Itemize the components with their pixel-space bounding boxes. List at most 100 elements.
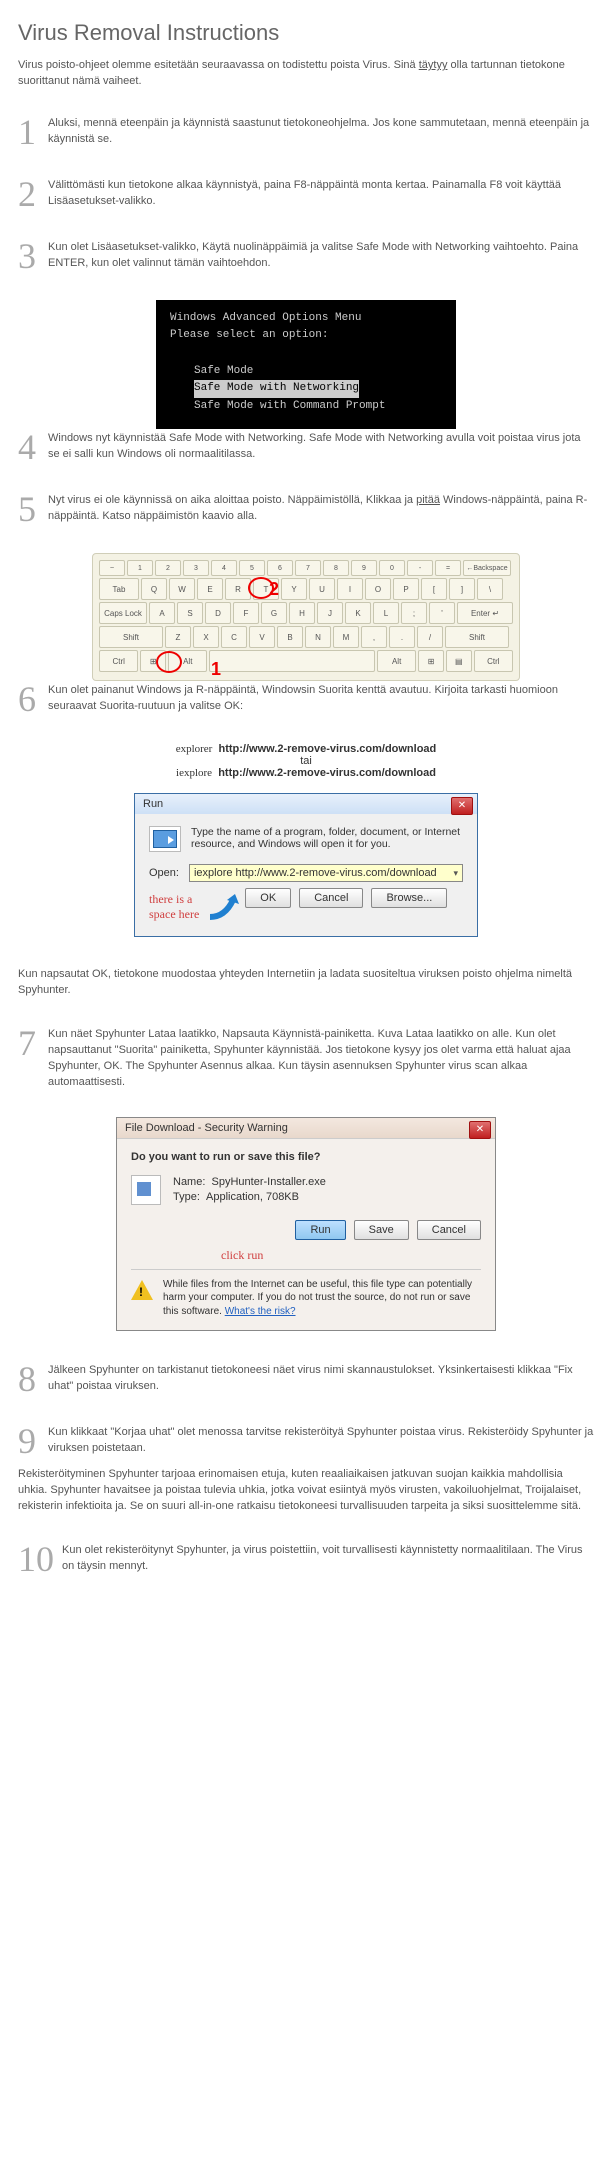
arrow-icon [205,892,245,922]
key: ] [449,578,475,600]
key: W [169,578,195,600]
risk-link[interactable]: What's the risk? [225,1306,296,1317]
step-number: 1 [18,114,48,150]
download-title-text: File Download - Security Warning [125,1122,288,1134]
key: S [177,602,203,624]
type-label: Type: [173,1191,200,1203]
cancel-button[interactable]: Cancel [299,888,363,908]
key: 5 [239,560,265,576]
type-value: Application, 708KB [206,1191,299,1203]
page-title: Virus Removal Instructions [18,20,594,46]
key: 1 [127,560,153,576]
key: 7 [295,560,321,576]
dos-opt-safemode: Safe Mode [194,363,442,381]
key: , [361,626,387,648]
s5u: pitää [416,494,440,506]
marker-2: 2 [269,579,279,600]
key: ; [401,602,427,624]
key: Ctrl [99,650,138,672]
step-text: Kun olet Lisäasetukset-valikko, Käytä nu… [48,238,594,274]
key: Y [281,578,307,600]
key: Shift [99,626,163,648]
key: Tab [99,578,139,600]
step-8: 8 Jälkeen Spyhunter on tarkistanut tieto… [18,1361,594,1397]
download-question: Do you want to run or save this file? [131,1151,481,1163]
key: X [193,626,219,648]
step-number: 2 [18,176,48,212]
key: B [277,626,303,648]
download-titlebar: File Download - Security Warning ✕ [117,1118,495,1139]
intro-text: Virus poisto-ohjeet olemme esitetään seu… [18,58,594,90]
key: U [309,578,335,600]
intro-a: Virus poisto-ohjeet olemme esitetään seu… [18,59,419,71]
open-label: Open: [149,867,179,879]
key: K [345,602,371,624]
key: . [389,626,415,648]
key: 9 [351,560,377,576]
cmd-or: tai [300,755,312,767]
key: V [249,626,275,648]
run-description: Type the name of a program, folder, docu… [191,826,463,852]
key: O [365,578,391,600]
name-label: Name: [173,1176,205,1188]
key: Shift [445,626,509,648]
step-number: 8 [18,1361,48,1397]
step-text: Aluksi, mennä eteenpäin ja käynnistä saa… [48,114,594,150]
save-button[interactable]: Save [354,1220,409,1240]
run-icon [149,826,181,852]
close-icon[interactable]: ✕ [451,797,473,815]
key: - [407,560,433,576]
run-dialog: Run ✕ Type the name of a program, folder… [134,793,478,937]
key: ▤ [446,650,472,672]
run-button[interactable]: Run [295,1220,345,1240]
dos-line2: Please select an option: [170,327,442,345]
mid-paragraph: Kun napsautat OK, tietokone muodostaa yh… [18,967,594,999]
step-10: 10 Kun olet rekisteröitynyt Spyhunter, j… [18,1541,594,1577]
key: 8 [323,560,349,576]
step-number: 7 [18,1025,48,1091]
step-9: 9 Kun klikkaat "Korjaa uhat" olet menoss… [18,1423,594,1459]
key: Alt [377,650,416,672]
step-text: Välittömästi kun tietokone alkaa käynnis… [48,176,594,212]
ok-button[interactable]: OK [245,888,291,908]
step-text: Nyt virus ei ole käynnissä on aika aloit… [48,491,594,527]
key: Q [141,578,167,600]
key: L [373,602,399,624]
cancel-button[interactable]: Cancel [417,1220,481,1240]
step-5: 5 Nyt virus ei ole käynnissä on aika alo… [18,491,594,527]
step-number: 5 [18,491,48,527]
cmd-url2: http://www.2-remove-virus.com/download [218,767,436,779]
step-text: Kun olet painanut Windows ja R-näppäintä… [48,681,594,717]
browse-button[interactable]: Browse... [371,888,447,908]
run-titlebar: Run ✕ [135,794,477,814]
step-1: 1 Aluksi, mennä eteenpäin ja käynnistä s… [18,114,594,150]
space-hint: there is a space here [149,892,245,922]
marker-1: 1 [211,659,221,680]
key: D [205,602,231,624]
run-input[interactable]: iexplore http://www.2-remove-virus.com/d… [189,864,463,882]
key: 3 [183,560,209,576]
step-text: Kun olet rekisteröitynyt Spyhunter, ja v… [62,1541,594,1577]
key: ⊞ [418,650,444,672]
key: Caps Lock [99,602,147,624]
key: J [317,602,343,624]
key: M [333,626,359,648]
close-icon[interactable]: ✕ [469,1121,491,1139]
key [209,650,374,672]
step-4: 4 Windows nyt käynnistää Safe Mode with … [18,429,594,465]
key: ' [429,602,455,624]
download-dialog: File Download - Security Warning ✕ Do yo… [116,1117,496,1331]
key: / [417,626,443,648]
warning-icon [131,1278,155,1302]
key: N [305,626,331,648]
key: A [149,602,175,624]
key: 4 [211,560,237,576]
key: 6 [267,560,293,576]
key: P [393,578,419,600]
key: Enter ↵ [457,602,513,624]
step-text: Windows nyt käynnistää Safe Mode with Ne… [48,429,594,465]
key: R [225,578,251,600]
hint-l2: space here [149,907,199,922]
key: 0 [379,560,405,576]
step-3: 3 Kun olet Lisäasetukset-valikko, Käytä … [18,238,594,274]
